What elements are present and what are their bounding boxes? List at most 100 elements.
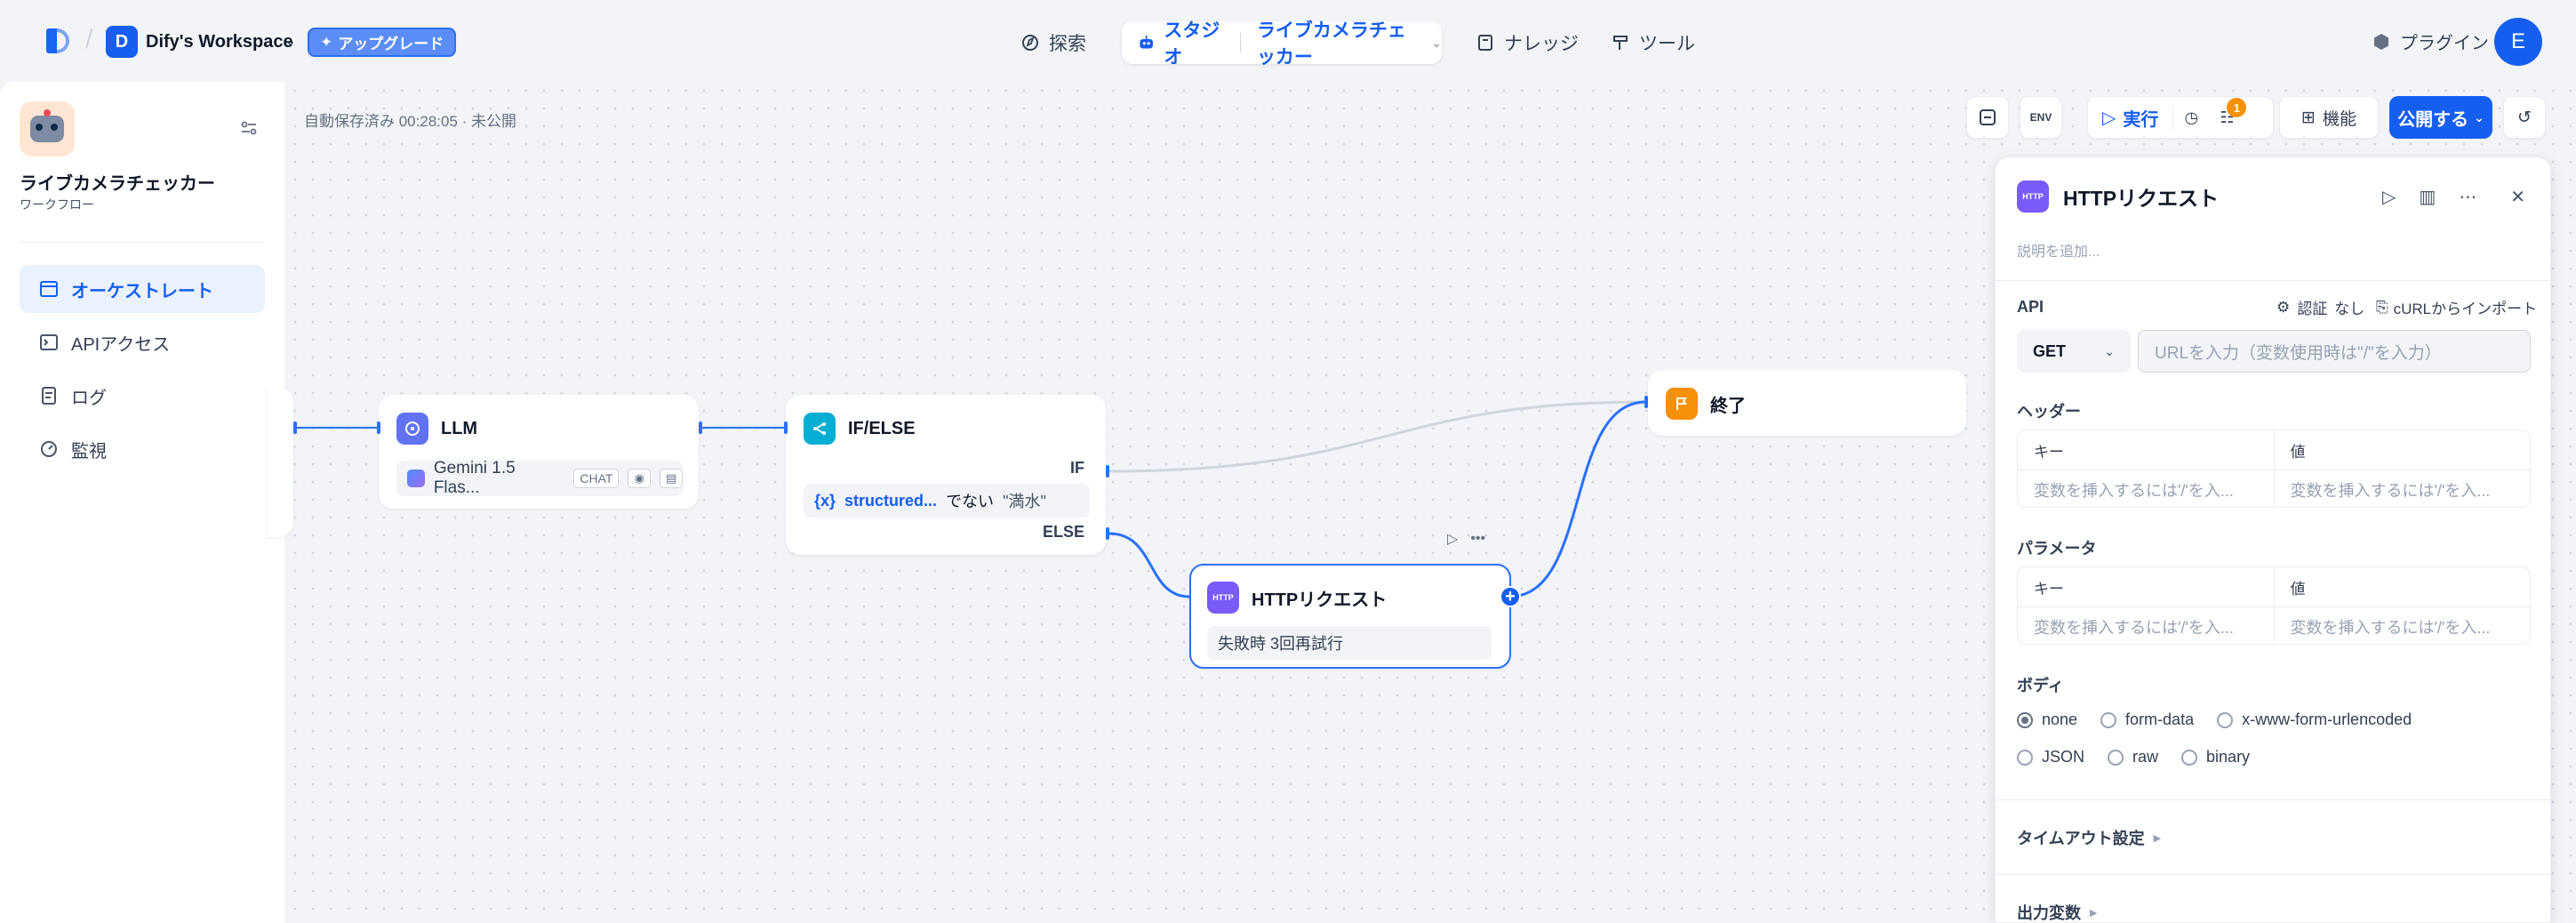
model-name: Gemini 1.5 Flas... — [433, 459, 516, 497]
divider — [1240, 33, 1241, 52]
app-icon — [20, 101, 75, 157]
sidebar-item-orchestrate[interactable]: オーケストレート — [20, 265, 265, 313]
more-icon[interactable]: ⋯ — [2459, 186, 2476, 208]
dashboard-icon — [39, 439, 59, 459]
sidebar-item-api-access[interactable]: APIアクセス — [20, 318, 265, 366]
play-icon: ▷ — [2102, 108, 2116, 128]
start-node[interactable] — [267, 388, 293, 537]
header-value-input[interactable]: 変数を挿入するには'/'を入... — [2273, 470, 2531, 507]
add-node-icon[interactable]: + — [1500, 586, 1521, 607]
body-option-form-data[interactable]: form-data — [2100, 710, 2194, 729]
curl-import-button[interactable]: ⎘ cURLからインポート — [2376, 296, 2537, 318]
nav-knowledge[interactable]: ナレッジ — [1476, 27, 1579, 59]
header-key-input[interactable]: 変数を挿入するには'/'を入... — [2018, 470, 2274, 507]
body-option-urlencoded[interactable]: x-www-form-urlencoded — [2217, 710, 2412, 729]
sidebar-item-monitoring[interactable]: 監視 — [20, 425, 265, 473]
sidebar-item-logs[interactable]: ログ — [20, 372, 265, 420]
body-type-row: none form-data x-www-form-urlencoded — [2017, 710, 2412, 729]
url-input[interactable]: URLを入力（変数使用時は"/"を入力） — [2138, 330, 2531, 373]
end-input-port[interactable] — [1644, 396, 1648, 408]
sidebar-toggle-icon[interactable] — [238, 117, 260, 139]
radio-icon — [2017, 749, 2033, 766]
autosave-status: 自動保存済み 00:28:05 · 未公開 — [304, 113, 517, 130]
llm-output-port[interactable] — [699, 421, 702, 434]
publish-button[interactable]: 公開する ⌄ — [2389, 96, 2492, 139]
ifelse-node[interactable]: IF/ELSE IF {x} structured... でない "満水" EL… — [786, 395, 1106, 555]
condition-row[interactable]: {x} structured... でない "満水" — [804, 484, 1090, 518]
env-button[interactable]: ENV — [2020, 96, 2062, 139]
nav-explore[interactable]: 探索 — [1020, 27, 1086, 59]
checklist-button[interactable]: ☷ 1 — [2209, 96, 2247, 139]
headers-table: キー 値 変数を挿入するには'/'を入... 変数を挿入するには'/'を入... — [2017, 429, 2531, 508]
param-key-input[interactable]: 変数を挿入するには'/'を入... — [2018, 607, 2274, 644]
key-column-header: キー — [2034, 580, 2064, 598]
start-output-port[interactable] — [293, 421, 297, 434]
body-option-none[interactable]: none — [2017, 710, 2077, 729]
http-icon: HTTP — [2017, 181, 2049, 213]
play-icon[interactable]: ▷ — [2382, 186, 2396, 208]
nav-tools[interactable]: ツール — [1611, 27, 1695, 59]
ifelse-input-port[interactable] — [784, 421, 788, 434]
dify-logo[interactable] — [43, 27, 71, 55]
chevron-down-icon[interactable]: ⌄ — [1431, 36, 1442, 51]
param-value-input[interactable]: 変数を挿入するには'/'を入... — [2273, 607, 2531, 644]
chevron-down-icon[interactable]: ⌄ — [284, 32, 296, 50]
terminal-icon — [39, 333, 59, 352]
history-button[interactable]: ◷ — [2173, 96, 2209, 139]
end-node[interactable]: 終了 — [1648, 370, 1966, 436]
import-icon: ⎘ — [2376, 298, 2388, 316]
params-label: パラメータ — [2017, 540, 2097, 558]
params-table: キー 値 変数を挿入するには'/'を入... 変数を挿入するには'/'を入... — [2017, 566, 2531, 645]
method-select[interactable]: GET ⌄ — [2017, 330, 2131, 373]
llm-input-port[interactable] — [377, 421, 380, 434]
close-icon[interactable]: ✕ — [2510, 186, 2525, 208]
upgrade-label: アップグレード — [338, 36, 444, 52]
robot-icon — [1140, 35, 1153, 49]
headers-label: ヘッダー — [2017, 403, 2081, 421]
split-view-icon[interactable]: ▥ — [2419, 186, 2436, 208]
current-app-name[interactable]: ライブカメラチェッカー — [1257, 16, 1422, 69]
node-title: LLM — [441, 418, 478, 438]
nav-studio[interactable]: スタジオ ライブカメラチェッカー ⌄ — [1122, 20, 1442, 68]
add-block-button[interactable] — [1966, 96, 2009, 139]
user-avatar[interactable]: E — [2494, 18, 2542, 66]
clock-icon: ◷ — [2184, 108, 2199, 126]
body-option-binary[interactable]: binary — [2181, 748, 2250, 766]
more-icon[interactable]: ••• — [1470, 531, 1485, 547]
else-output-port[interactable] — [1106, 527, 1109, 540]
else-branch-label: ELSE — [1042, 523, 1084, 541]
auth-button[interactable]: ⚙ 認証 なし — [2276, 296, 2364, 318]
app-title: ライブカメラチェッカー — [20, 174, 215, 194]
workspace-avatar[interactable]: D — [106, 26, 138, 58]
workspace-name[interactable]: Dify's Workspace — [146, 32, 293, 52]
http-request-node[interactable]: HTTP HTTPリクエスト 失敗時 3回再試行 — [1189, 564, 1511, 669]
body-option-raw[interactable]: raw — [2108, 748, 2158, 766]
run-button[interactable]: ▷ 実行 — [2088, 105, 2174, 130]
condition-variable: structured... — [844, 491, 938, 510]
version-history-button[interactable]: ↺ — [2503, 96, 2546, 139]
panel-title[interactable]: HTTPリクエスト — [2063, 181, 2219, 212]
llm-node[interactable]: LLM Gemini 1.5 Flas... CHAT ◉ ▤ — [379, 395, 699, 509]
variable-icon: {x} — [814, 491, 836, 510]
divider — [1996, 799, 2550, 800]
sidebar-item-label: 監視 — [71, 441, 107, 462]
mode-tag: CHAT — [573, 469, 620, 488]
output-section-toggle[interactable]: 出力変数 ▶ — [2017, 901, 2098, 922]
description-input[interactable]: 説明を追加... — [2017, 239, 2100, 261]
features-button[interactable]: ⊞ 機能 — [2279, 96, 2379, 139]
model-selector[interactable]: Gemini 1.5 Flas... CHAT ◉ ▤ — [396, 459, 683, 497]
plugin-button[interactable]: プラグイン — [2372, 28, 2489, 54]
plugin-label: プラグイン — [2400, 34, 2489, 53]
timeout-section-toggle[interactable]: タイムアウト設定 ▶ — [2017, 826, 2161, 849]
if-branch-label: IF — [1070, 459, 1084, 477]
radio-label: JSON — [2042, 748, 2085, 766]
play-icon[interactable]: ▷ — [1447, 530, 1458, 548]
retry-info: 失敗時 3回再試行 — [1207, 626, 1492, 660]
upgrade-button[interactable]: ✦ アップグレード — [308, 28, 457, 57]
radio-label: raw — [2132, 748, 2159, 766]
condition-operator: でない — [946, 493, 995, 510]
output-label: 出力変数 — [2017, 904, 2081, 922]
if-output-port[interactable] — [1106, 465, 1109, 478]
caret-right-icon: ▶ — [2090, 907, 2098, 919]
body-option-json[interactable]: JSON — [2017, 748, 2084, 766]
